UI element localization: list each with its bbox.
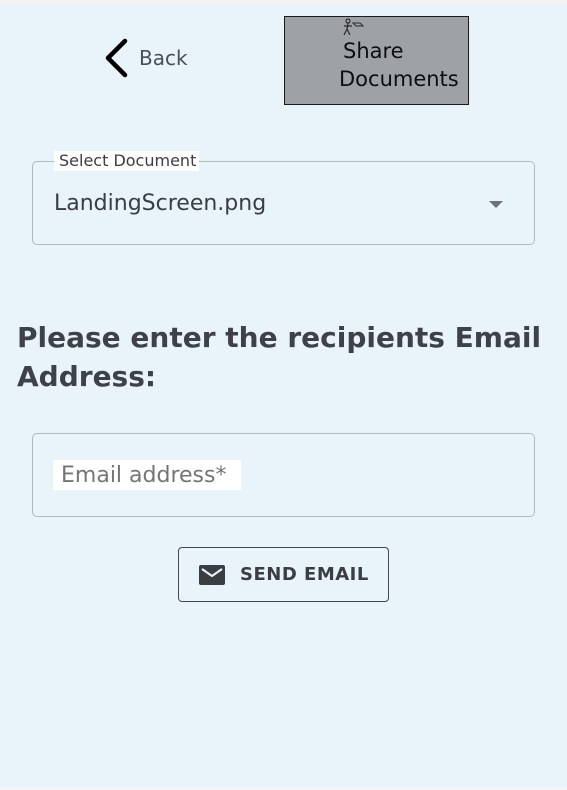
page-title-line1: Share (343, 39, 404, 63)
document-select-value: LandingScreen.png (54, 191, 267, 216)
recipient-email-prompt: Please enter the recipients Email Addres… (17, 321, 542, 393)
back-label: Back (139, 46, 188, 70)
email-field[interactable] (32, 433, 535, 517)
send-email-label: SEND EMAIL (240, 564, 369, 585)
back-button[interactable]: Back (103, 38, 188, 78)
envelope-icon (199, 564, 225, 585)
send-email-button[interactable]: SEND EMAIL (178, 547, 389, 602)
email-input[interactable] (53, 460, 241, 490)
document-select-label: Select Document (54, 151, 200, 171)
page-title-box: Share Documents (284, 16, 469, 105)
person-share-icon (343, 18, 365, 36)
chevron-left-icon (105, 38, 128, 78)
dropdown-arrow-icon[interactable] (488, 200, 504, 209)
page-title-line2: Documents (339, 67, 459, 91)
share-documents-screen: Back Share Documents Select Document Lan… (0, 4, 567, 787)
page-title: Share Documents (339, 37, 469, 93)
document-select[interactable]: Select Document LandingScreen.png (32, 151, 535, 245)
